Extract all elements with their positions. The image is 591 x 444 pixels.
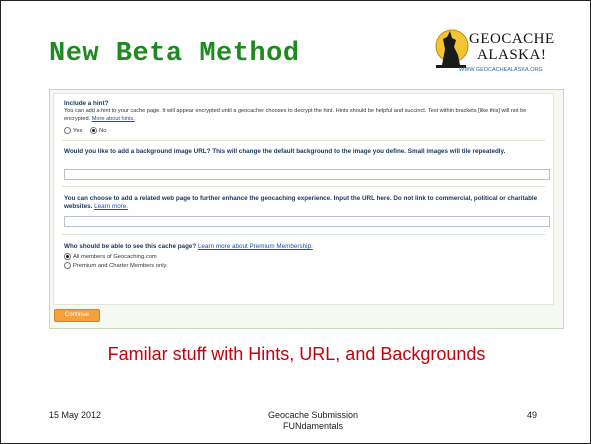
hint-yes-radio[interactable] — [64, 127, 71, 134]
form-screenshot: Include a hint? You can add a hint to yo… — [49, 89, 564, 329]
visibility-all-option: All members of Geocaching.com — [64, 253, 157, 260]
related-page-label: You can choose to add a related web page… — [64, 195, 543, 211]
visibility-label: Who should be able to see this cache pag… — [64, 243, 313, 251]
divider — [62, 186, 545, 187]
hint-no-label: No — [99, 128, 107, 135]
logo-line1: GEOCACHE — [469, 31, 555, 47]
footer-title-line1: Geocache Submission — [267, 410, 359, 420]
continue-button[interactable]: Continue — [54, 309, 100, 322]
visibility-all-radio[interactable] — [64, 253, 71, 260]
form-panel: Include a hint? You can add a hint to yo… — [53, 93, 554, 305]
hint-description: You can add a hint to your cache page. I… — [64, 108, 543, 123]
logo-line2: ALASKA! — [477, 47, 547, 63]
background-url-input[interactable] — [64, 169, 550, 180]
hint-no-radio[interactable] — [90, 127, 98, 134]
more-about-hints-link[interactable]: More about hints. — [92, 116, 135, 122]
background-url-label: Would you like to add a background image… — [64, 148, 506, 155]
visibility-premium-label: Premium and Charter Members only. — [73, 263, 168, 270]
visibility-label-text: Who should be able to see this cache pag… — [64, 243, 197, 250]
visibility-all-label: All members of Geocaching.com — [73, 254, 157, 261]
howling-wolf-icon — [435, 29, 469, 68]
page-number: 49 — [527, 410, 538, 420]
divider — [62, 140, 545, 141]
slide-caption: Familar stuff with Hints, URL, and Backg… — [107, 344, 486, 364]
hint-yes-label: Yes — [73, 128, 83, 135]
logo-url: WWW.GEOCACHEALASKA.ORG — [459, 67, 543, 73]
footer-title: Geocache Submission FUNdamentals — [259, 410, 367, 432]
hint-label: Include a hint? — [64, 100, 109, 107]
footer-date: 15 May 2012 — [49, 410, 102, 420]
visibility-premium-radio[interactable] — [64, 262, 71, 269]
divider — [62, 234, 545, 235]
related-page-label-text: You can choose to add a related web page… — [64, 195, 538, 210]
visibility-premium-option: Premium and Charter Members only. — [64, 262, 168, 269]
slide-title: New Beta Method — [49, 39, 300, 69]
learn-more-link[interactable]: Learn more. — [94, 203, 128, 210]
slide: New Beta Method GEOCACHE ALASKA! WWW.GEO… — [0, 0, 591, 444]
related-page-input[interactable] — [64, 216, 550, 227]
footer-title-line2: FUNdamentals — [282, 421, 344, 431]
premium-membership-link[interactable]: Learn more about Premium Membership. — [198, 243, 313, 250]
hint-radio-group: Yes No — [64, 127, 107, 134]
geocache-alaska-logo: GEOCACHE ALASKA! WWW.GEOCACHEALASKA.ORG — [433, 23, 561, 83]
